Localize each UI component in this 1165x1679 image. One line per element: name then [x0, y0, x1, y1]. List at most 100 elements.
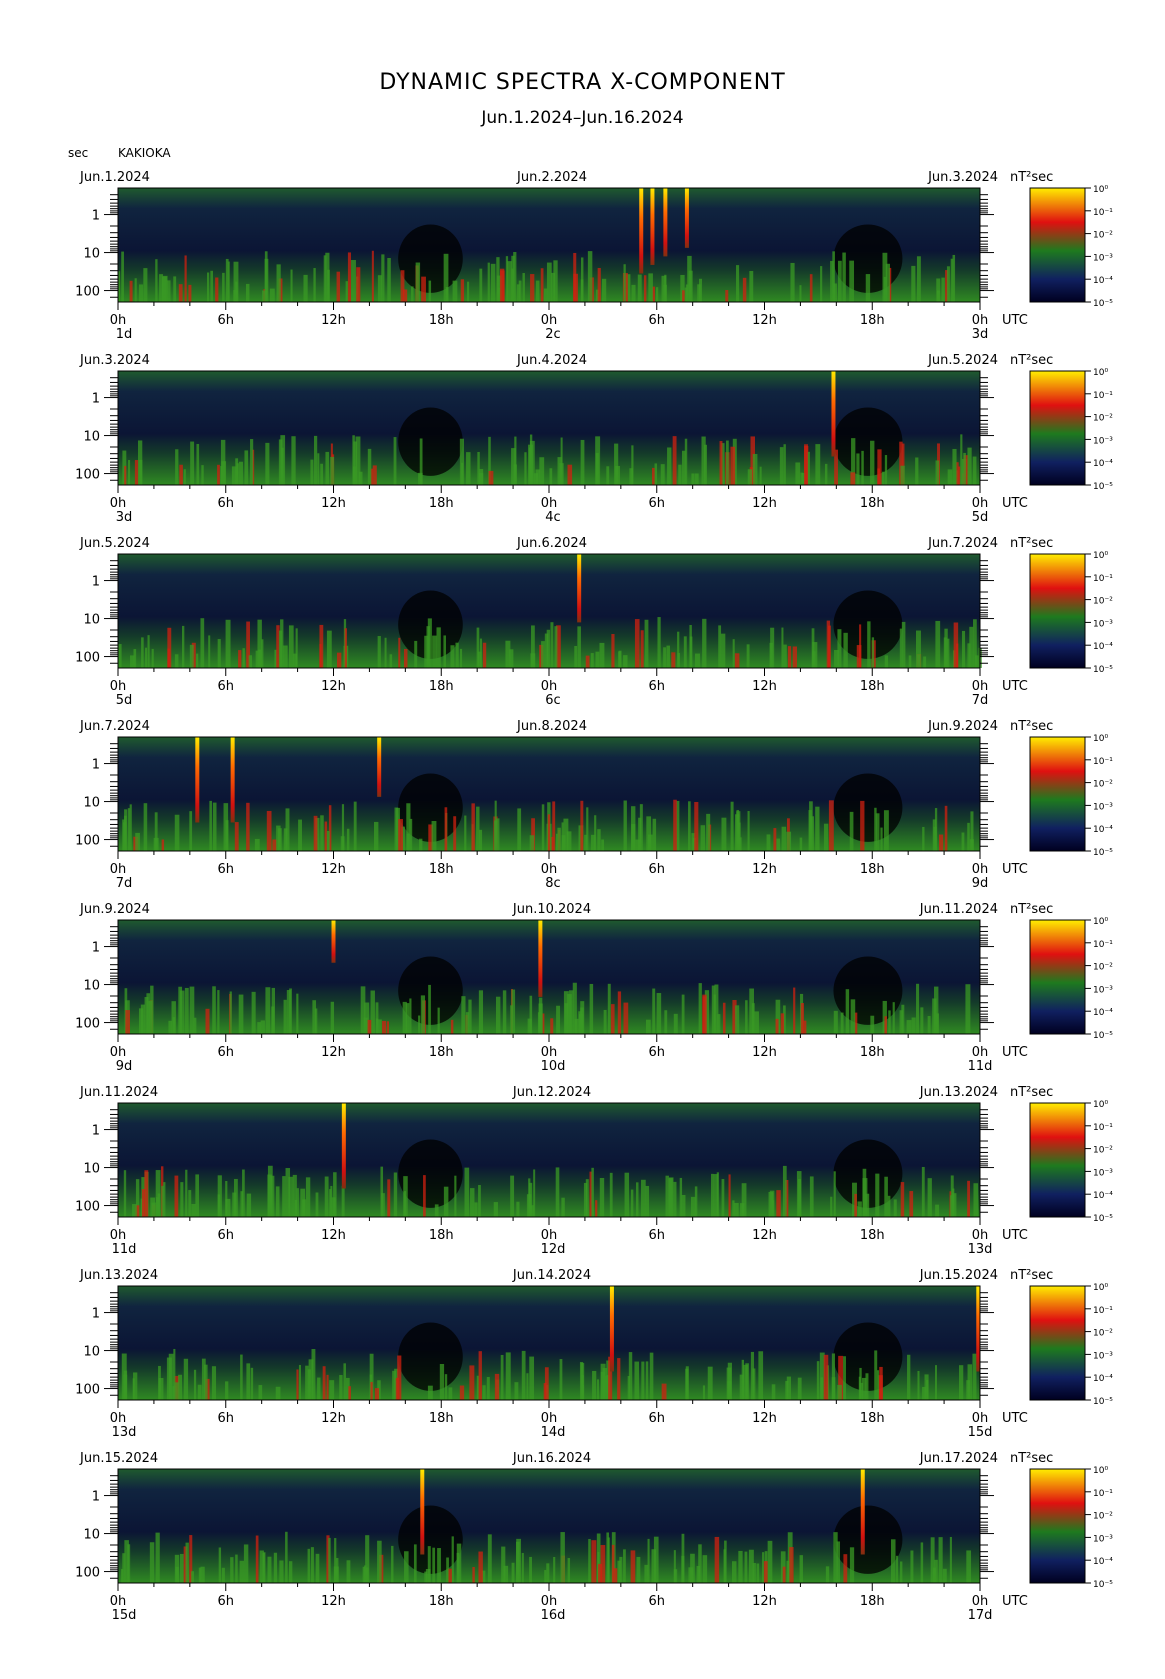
activity-streak [448, 1387, 453, 1400]
x-tick-label: 18h [860, 1411, 885, 1426]
x-tick-label: 0h [972, 313, 989, 328]
y-tick-label: 10 [83, 1162, 100, 1177]
colorbar-tick-label: 10⁻² [1093, 414, 1113, 424]
activity-streak [637, 274, 642, 302]
activity-streak [736, 811, 741, 851]
activity-streak [267, 1556, 272, 1583]
activity-streak [193, 1369, 197, 1400]
activity-streak [163, 1182, 166, 1217]
activity-streak [404, 648, 408, 668]
activity-streak [469, 1365, 475, 1400]
x-tick-label: 0h [972, 1594, 989, 1609]
activity-streak [811, 628, 815, 668]
x-tick-label: 18h [860, 1228, 885, 1243]
colorbar-tick-label: 10⁻¹ [1093, 1123, 1113, 1133]
x-tick-label: 6h [217, 1411, 234, 1426]
activity-streak [538, 997, 543, 1034]
activity-streak [494, 1373, 500, 1400]
colorbar-tick-label: 10⁻³ [1093, 1534, 1113, 1544]
colorbar-tick-label: 10⁻³ [1093, 1351, 1113, 1361]
colorbar-tick-label: 10⁰ [1093, 1283, 1108, 1293]
activity-streak [700, 825, 706, 851]
activity-streak [782, 1165, 787, 1217]
colorbar-tick-label: 10⁻¹ [1093, 391, 1113, 401]
activity-streak [875, 1173, 880, 1217]
y-tick-label: 100 [75, 651, 100, 666]
date-left: Jun.5.2024 [79, 536, 150, 551]
activity-streak [373, 821, 379, 851]
x-tick-label: 18h [429, 1045, 454, 1060]
activity-streak [461, 996, 466, 1034]
utc-label: UTC [1002, 862, 1028, 877]
activity-streak [143, 268, 148, 302]
day-label-left: 9d [116, 1059, 133, 1074]
activity-streak [250, 439, 254, 485]
activity-streak [645, 1185, 650, 1217]
activity-streak [137, 440, 143, 485]
activity-streak [678, 464, 682, 485]
activity-streak [776, 1190, 781, 1217]
activity-streak [330, 456, 335, 485]
activity-streak [803, 1020, 807, 1034]
activity-streak [541, 804, 545, 851]
day-label-mid: 12d [541, 1242, 566, 1257]
activity-streak [466, 452, 471, 485]
activity-streak [210, 270, 214, 302]
activity-streak [876, 1370, 880, 1400]
activity-streak [921, 1166, 925, 1217]
utc-label: UTC [1002, 1228, 1028, 1243]
activity-streak [409, 998, 412, 1034]
activity-streak [906, 1020, 912, 1034]
day-label-left: 11d [112, 1242, 137, 1257]
activity-streak [333, 1566, 339, 1583]
activity-streak [288, 1561, 293, 1583]
activity-streak [730, 446, 736, 485]
activity-streak [799, 837, 803, 851]
activity-streak [796, 1171, 802, 1217]
activity-streak [752, 453, 758, 485]
x-tick-label: 6h [648, 679, 665, 694]
day-label-right: 13d [968, 1242, 993, 1257]
activity-streak [883, 810, 889, 851]
activity-streak [703, 444, 708, 485]
date-right: Jun.7.2024 [927, 536, 998, 551]
activity-streak [840, 1012, 844, 1034]
activity-streak [393, 437, 397, 485]
activity-streak [691, 473, 695, 485]
activity-streak [283, 828, 288, 851]
day-label-mid: 8c [545, 876, 560, 891]
activity-streak [277, 828, 282, 851]
activity-streak [759, 466, 762, 485]
activity-streak [232, 1192, 237, 1217]
activity-streak [402, 1001, 407, 1034]
x-tick-label: 12h [752, 679, 777, 694]
date-right: Jun.3.2024 [927, 170, 998, 185]
activity-streak [291, 436, 296, 485]
activity-streak [345, 281, 349, 302]
activity-streak [859, 1367, 862, 1400]
activity-streak [636, 1182, 639, 1217]
activity-streak [257, 1022, 262, 1034]
day-label-left: 15d [112, 1608, 137, 1623]
activity-streak [629, 468, 634, 485]
colorbar-tick-label: 10⁻⁴ [1093, 1191, 1113, 1201]
activity-streak [596, 1379, 600, 1400]
activity-streak [281, 447, 284, 485]
panel-7 [104, 1285, 1091, 1408]
activity-streak [932, 819, 937, 851]
y-tick-label: 1 [92, 575, 100, 590]
activity-streak [189, 811, 193, 851]
activity-streak [288, 625, 294, 668]
x-tick-label: 6h [648, 1411, 665, 1426]
colorbar-tick-label: 10⁰ [1093, 185, 1108, 195]
activity-streak [478, 1185, 481, 1217]
x-tick-label: 0h [110, 679, 127, 694]
spectral-spike [341, 1103, 346, 1189]
activity-streak [124, 815, 127, 851]
activity-streak [785, 1380, 789, 1400]
activity-streak [879, 1366, 883, 1400]
activity-streak [823, 1354, 829, 1400]
y-tick-label: 10 [83, 247, 100, 262]
activity-streak [647, 1538, 650, 1583]
activity-streak [735, 1005, 740, 1034]
